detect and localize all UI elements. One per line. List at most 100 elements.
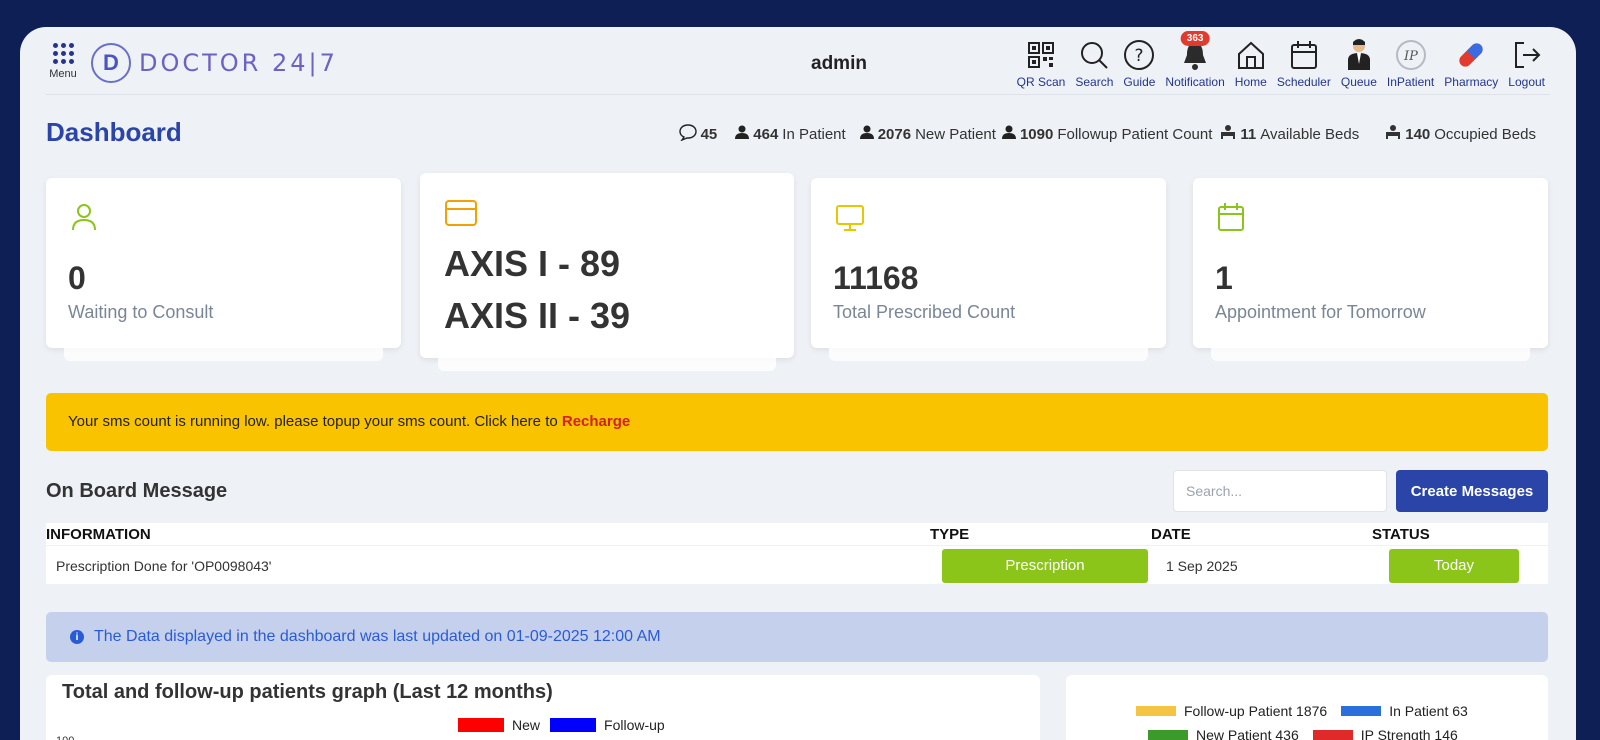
last-updated-info: i The Data displayed in the dashboard wa… <box>46 612 1548 662</box>
stat-available-beds[interactable]: 11 Available Beds <box>1220 124 1359 144</box>
logo[interactable]: D DOCTOR 24|7 <box>91 43 338 83</box>
user-outline-icon <box>70 202 98 237</box>
queue-person-icon <box>1345 37 1373 73</box>
legend-swatch <box>1148 730 1188 740</box>
nav-queue[interactable]: Queue <box>1336 37 1382 89</box>
stat-messages[interactable]: 45 <box>678 123 722 145</box>
calendar-icon <box>1289 37 1319 73</box>
nav-inpatient[interactable]: IP InPatient <box>1382 37 1439 89</box>
menu-label: Menu <box>49 68 77 80</box>
calendar-icon <box>1217 202 1245 237</box>
card-value: 11168 <box>833 260 919 296</box>
logo-text: DOCTOR 24|7 <box>139 49 338 77</box>
nav-logout[interactable]: Logout <box>1503 37 1550 89</box>
card-axis[interactable]: AXIS I - 89 AXIS II - 39 <box>420 173 794 371</box>
svg-text:IP: IP <box>1403 49 1418 64</box>
menu-grid-icon <box>52 43 74 64</box>
legend-swatch <box>1136 706 1176 716</box>
inpatient-icon: IP <box>1395 37 1427 73</box>
table-row[interactable]: Prescription Done for 'OP0098043' Prescr… <box>46 545 1548 584</box>
top-bar: Menu D DOCTOR 24|7 admin QR Scan Search <box>46 27 1550 95</box>
onboard-table: INFORMATION TYPE DATE STATUS Prescriptio… <box>46 523 1548 584</box>
pie-legend-row-2: New Patient 436 IP Strength 146 <box>1148 727 1472 740</box>
column-date: DATE <box>1151 526 1191 543</box>
info-icon: i <box>70 630 84 644</box>
nav-qr-scan[interactable]: QR Scan <box>1012 37 1071 89</box>
card-value: 1 <box>1215 260 1233 296</box>
person-icon <box>1001 125 1016 143</box>
patient-breakdown-card: Follow-up Patient 1876 In Patient 63 New… <box>1066 675 1548 740</box>
card-label: Total Prescribed Count <box>833 302 1016 322</box>
legend-swatch <box>1312 730 1353 740</box>
svg-text:?: ? <box>1135 46 1144 66</box>
app-frame: Menu D DOCTOR 24|7 admin QR Scan Search <box>20 27 1576 740</box>
top-nav: QR Scan Search ? Guide 363 Notification <box>1012 31 1550 89</box>
legend-item-follow-up[interactable]: Follow-up <box>550 717 665 733</box>
info-text: The Data displayed in the dashboard was … <box>94 628 661 645</box>
graph-title: Total and follow-up patients graph (Last… <box>62 681 553 703</box>
axis-2-value: AXIS II - 39 <box>444 295 631 336</box>
stat-in-patient[interactable]: 464 In Patient <box>735 125 846 143</box>
home-icon <box>1236 37 1266 73</box>
user-name: admin <box>811 53 867 74</box>
column-type: TYPE <box>930 526 970 543</box>
page-title: Dashboard <box>46 117 182 147</box>
bed-icon <box>1385 124 1401 144</box>
onboard-title: On Board Message <box>46 480 228 502</box>
chat-icon <box>678 123 697 145</box>
sms-low-alert[interactable]: Your sms count is running low. please to… <box>46 393 1548 451</box>
column-status: STATUS <box>1372 526 1430 543</box>
search-icon <box>1079 37 1109 73</box>
stats-bar: 45 464 In Patient 2076 New Patient 1090 … <box>665 123 1536 145</box>
legend-item-new-patient[interactable]: New Patient 436 <box>1148 727 1299 740</box>
nav-home[interactable]: Home <box>1230 37 1272 89</box>
legend-item-ip-strength[interactable]: IP Strength 146 <box>1312 727 1458 740</box>
legend-swatch <box>458 718 504 732</box>
qr-icon <box>1028 37 1055 73</box>
patients-graph-card: Total and follow-up patients graph (Last… <box>46 675 1040 740</box>
alert-text: Your sms count is running low. please to… <box>68 413 562 430</box>
axis-1-value: AXIS I - 89 <box>444 243 621 284</box>
nav-search[interactable]: Search <box>1070 37 1118 89</box>
onboard-search-input[interactable] <box>1173 470 1387 512</box>
stat-new-patient[interactable]: 2076 New Patient <box>859 125 996 143</box>
column-information: INFORMATION <box>46 526 151 543</box>
summary-cards: 0 Waiting to Consult AXIS I - 89 AXIS II… <box>46 173 1548 371</box>
notification-badge: 363 <box>1180 31 1210 46</box>
legend-swatch <box>550 718 597 732</box>
nav-guide[interactable]: ? Guide <box>1118 37 1160 89</box>
row-type-pill: Prescription <box>942 549 1148 583</box>
monitor-icon <box>835 204 865 237</box>
legend-item-in-patient[interactable]: In Patient 63 <box>1341 703 1468 719</box>
logout-icon <box>1512 37 1542 73</box>
nav-scheduler[interactable]: Scheduler <box>1272 37 1336 89</box>
create-messages-button[interactable]: Create Messages <box>1396 470 1548 512</box>
pie-legend-row-1: Follow-up Patient 1876 In Patient 63 <box>1136 703 1482 719</box>
credit-card-icon <box>444 199 478 232</box>
card-waiting-consult[interactable]: 0 Waiting to Consult <box>46 178 401 361</box>
row-status-pill: Today <box>1389 549 1519 583</box>
card-label: Appointment for Tomorrow <box>1215 302 1426 322</box>
stat-occupied-beds[interactable]: 140 Occupied Beds <box>1385 124 1536 144</box>
menu-button[interactable]: Menu <box>46 43 80 80</box>
table-header: INFORMATION TYPE DATE STATUS <box>46 523 1548 545</box>
nav-pharmacy[interactable]: Pharmacy <box>1439 37 1503 89</box>
card-total-prescribed[interactable]: 11168 Total Prescribed Count <box>811 178 1166 361</box>
person-icon <box>735 125 750 143</box>
recharge-link[interactable]: Recharge <box>562 413 630 430</box>
legend-item-followup-patient[interactable]: Follow-up Patient 1876 <box>1136 703 1327 719</box>
card-label: Waiting to Consult <box>68 302 214 322</box>
card-appointment-tomorrow[interactable]: 1 Appointment for Tomorrow <box>1193 178 1548 361</box>
pill-icon <box>1454 37 1488 73</box>
nav-notification[interactable]: 363 Notification <box>1160 31 1229 89</box>
card-value: 0 <box>68 260 86 296</box>
bed-icon <box>1220 124 1236 144</box>
person-icon <box>859 125 874 143</box>
y-tick-label: 100 <box>56 735 74 740</box>
legend-item-new[interactable]: New <box>458 717 540 733</box>
title-row: Dashboard 45 464 In Patient 2076 New Pat… <box>46 117 1550 147</box>
logo-mark: D <box>91 43 131 83</box>
stat-followup[interactable]: 1090 Followup Patient Count <box>1001 125 1212 143</box>
row-information: Prescription Done for 'OP0098043' <box>56 558 272 574</box>
graph-legend: New Follow-up <box>458 717 675 733</box>
